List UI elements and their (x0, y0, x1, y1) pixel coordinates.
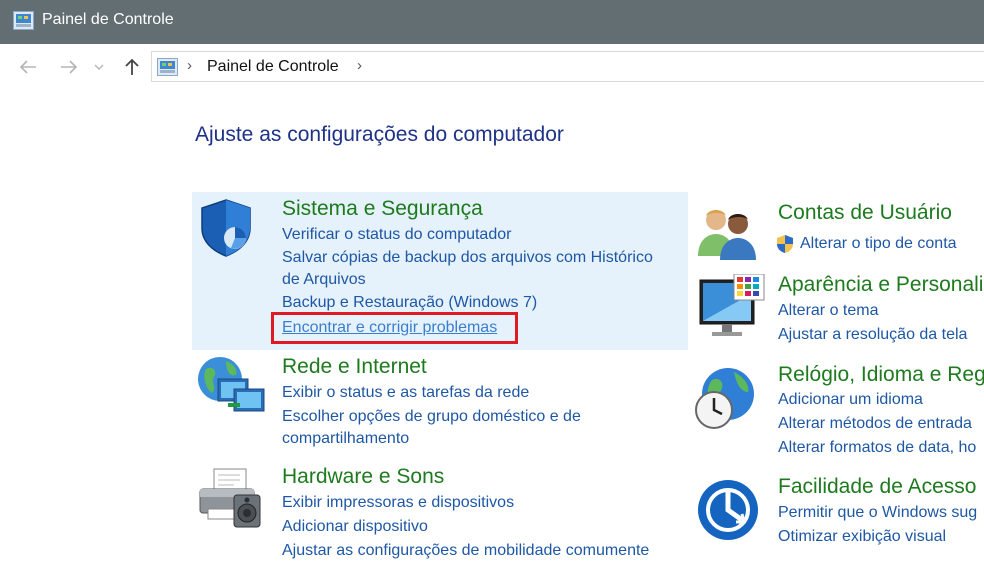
link-change-account-type[interactable]: Alterar o tipo de conta (800, 235, 957, 253)
shield-icon (201, 199, 251, 257)
link-change-theme[interactable]: Alterar o tema (778, 302, 878, 320)
link-mobility-settings[interactable]: Ajustar as configurações de mobilidade c… (282, 542, 649, 560)
link-change-input-methods[interactable]: Alterar métodos de entrada (778, 415, 972, 433)
recent-locations-button[interactable] (92, 57, 106, 77)
back-arrow-icon (19, 60, 36, 74)
window-title: Painel de Controle (42, 11, 174, 28)
category-title-network-internet[interactable]: Rede e Internet (282, 355, 427, 379)
link-homegroup-options-cont[interactable]: compartilhamento (282, 430, 409, 448)
category-title-clock-language-region[interactable]: Relógio, Idioma e Reg (778, 363, 984, 387)
link-add-language[interactable]: Adicionar um idioma (778, 391, 923, 409)
link-add-device[interactable]: Adicionar dispositivo (282, 518, 428, 536)
ease-of-access-icon (698, 480, 758, 540)
breadcrumb-separator[interactable]: › (187, 57, 192, 74)
globe-monitors-icon (198, 357, 265, 412)
title-bar: Painel de Controle (0, 0, 984, 44)
link-let-windows-suggest[interactable]: Permitir que o Windows sug (778, 504, 977, 522)
up-button[interactable] (122, 57, 142, 77)
up-arrow-icon (125, 58, 139, 75)
breadcrumb-control-panel[interactable]: Painel de Controle (207, 58, 339, 76)
category-title-ease-of-access[interactable]: Facilidade de Acesso (778, 475, 976, 499)
chevron-down-icon (94, 64, 104, 70)
monitor-palette-icon (699, 274, 765, 336)
forward-arrow-icon (61, 60, 78, 74)
forward-button[interactable] (59, 57, 79, 77)
globe-clock-icon (695, 368, 754, 429)
link-optimize-visual-display[interactable]: Otimizar exibição visual (778, 528, 946, 546)
category-title-user-accounts[interactable]: Contas de Usuário (778, 201, 952, 225)
link-check-computer-status[interactable]: Verificar o status do computador (282, 226, 511, 244)
printer-icon (199, 468, 261, 528)
link-change-date-formats[interactable]: Alterar formatos de data, ho (778, 439, 976, 457)
link-backup-restore[interactable]: Backup e Restauração (Windows 7) (282, 294, 537, 312)
link-network-status-tasks[interactable]: Exibir o status e as tarefas da rede (282, 384, 529, 402)
page-heading: Ajuste as configurações do computador (195, 123, 564, 146)
category-title-appearance[interactable]: Aparência e Personali (778, 273, 983, 297)
control-panel-icon (157, 58, 178, 76)
link-adjust-resolution[interactable]: Ajustar a resolução da tela (778, 326, 967, 344)
users-icon (698, 210, 756, 260)
link-save-backup-file-history-cont[interactable]: de Arquivos (282, 271, 366, 289)
control-panel-icon (13, 11, 34, 30)
link-devices-printers[interactable]: Exibir impressoras e dispositivos (282, 494, 514, 512)
category-title-system-security[interactable]: Sistema e Segurança (282, 197, 483, 221)
highlight-annotation (271, 312, 518, 344)
category-title-hardware-sound[interactable]: Hardware e Sons (282, 465, 444, 489)
link-save-backup-file-history[interactable]: Salvar cópias de backup dos arquivos com… (282, 249, 653, 267)
uac-shield-icon (777, 235, 793, 253)
breadcrumb-separator[interactable]: › (357, 57, 362, 74)
address-bar[interactable]: › Painel de Controle › (151, 51, 984, 82)
link-homegroup-options[interactable]: Escolher opções de grupo doméstico e de (282, 408, 581, 426)
back-button[interactable] (18, 57, 38, 77)
